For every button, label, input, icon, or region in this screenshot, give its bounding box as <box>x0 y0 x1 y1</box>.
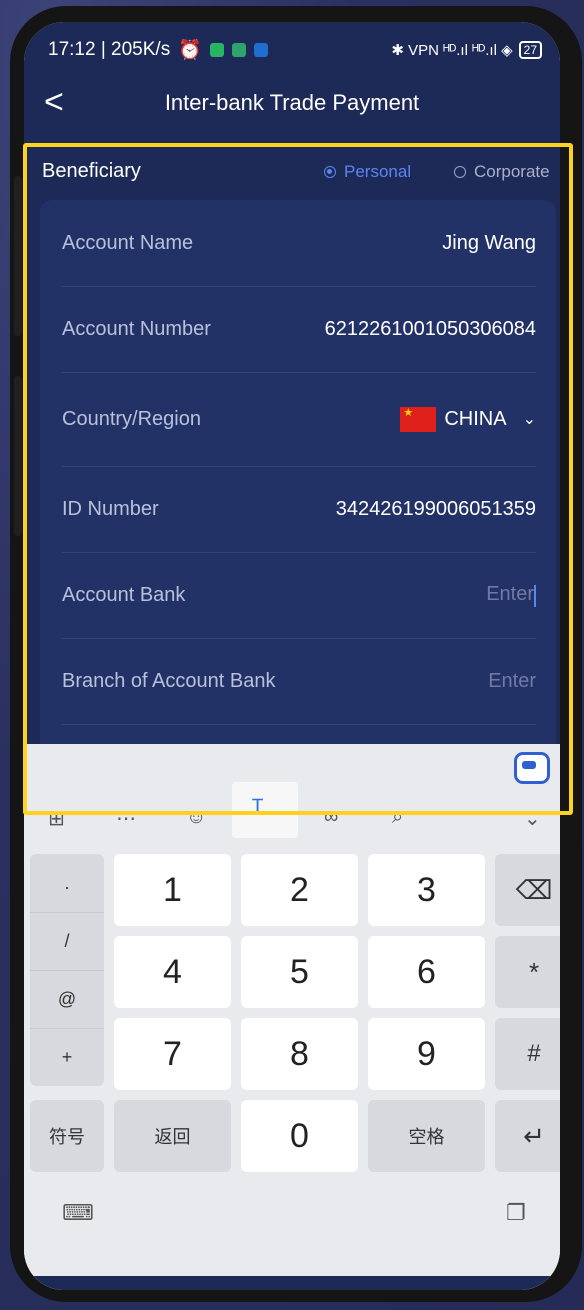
assistant-robot-icon[interactable] <box>514 752 550 784</box>
account-bank-placeholder: Enter <box>486 583 534 606</box>
account-bank-row[interactable]: Account Bank Enter <box>62 552 536 639</box>
key-4[interactable]: 4 <box>114 936 231 1008</box>
beneficiary-section: Beneficiary Personal Corporate Account N… <box>24 144 560 760</box>
branch-input[interactable]: Enter <box>488 670 536 693</box>
clipboard-icon[interactable]: ❐ <box>506 1200 526 1226</box>
symbol-key[interactable]: + <box>30 1028 104 1086</box>
signal-icons: ✱ VPN ᴴᴰ.ıl ᴴᴰ.ıl ◈ <box>391 42 513 59</box>
nav-bar: < Inter-bank Trade Payment <box>24 80 560 128</box>
account-bank-input[interactable]: Enter <box>486 583 536 607</box>
symbol-key[interactable]: / <box>30 912 104 971</box>
symbol-toggle-key[interactable]: 符号 <box>30 1100 104 1172</box>
id-number-label: ID Number <box>62 497 159 520</box>
radio-selected-icon <box>324 166 336 178</box>
country-select[interactable]: CHINA ⌄ <box>400 406 536 432</box>
star-key[interactable]: * <box>495 936 560 1008</box>
app-notification-icon <box>231 43 246 57</box>
key-2[interactable]: 2 <box>241 854 358 926</box>
hash-key[interactable]: # <box>495 1018 560 1090</box>
keyboard-dots-icon[interactable]: ⋯ <box>116 806 136 831</box>
key-9[interactable]: 9 <box>368 1018 485 1090</box>
keyboard-switch-icon[interactable]: ⌨ <box>62 1200 94 1226</box>
account-number-label: Account Number <box>62 317 211 340</box>
china-flag-icon <box>400 406 437 432</box>
country-label: Country/Region <box>62 407 201 430</box>
status-time: 17:12 | 205K/s <box>48 39 171 60</box>
symbol-column: . / @ + <box>30 854 104 1086</box>
beneficiary-label: Beneficiary <box>42 160 141 182</box>
enter-key[interactable]: ↵ <box>495 1100 560 1172</box>
chevron-down-icon: ⌄ <box>522 411 536 428</box>
key-7[interactable]: 7 <box>114 1018 231 1090</box>
radio-unselected-icon <box>454 166 466 178</box>
beneficiary-card: Account Name Jing Wang Account Number 62… <box>40 200 556 760</box>
key-1[interactable]: 1 <box>114 854 231 926</box>
account-name-row[interactable]: Account Name Jing Wang <box>62 200 536 287</box>
grid-icon[interactable]: ⊞ <box>48 806 65 831</box>
battery-icon: 27 <box>518 41 542 59</box>
return-key[interactable]: 返回 <box>114 1100 231 1172</box>
link-icon[interactable]: ∞ <box>324 806 338 829</box>
account-name-label: Account Name <box>62 231 194 254</box>
key-8[interactable]: 8 <box>241 1018 358 1090</box>
symbol-key[interactable]: . <box>30 854 104 913</box>
status-bar: 17:12 | 205K/s ⏰ ✱ VPN ᴴᴰ.ıl ᴴᴰ.ıl ◈ 27 <box>48 36 542 64</box>
key-0[interactable]: 0 <box>241 1100 358 1172</box>
country-value: CHINA <box>444 407 507 430</box>
search-icon[interactable]: ⌕ <box>392 806 403 829</box>
home-bar <box>24 1276 560 1290</box>
keyboard-toolbar: ⊞ ⋯ ☺ Ɪ ∞ ⌕ ⌄ <box>24 782 560 854</box>
key-3[interactable]: 3 <box>368 854 485 926</box>
app-notification-icon <box>209 43 224 57</box>
delete-key[interactable]: ⌫ <box>495 854 560 926</box>
id-number-value[interactable]: 342426199006051359 <box>336 498 536 521</box>
account-bank-label: Account Bank <box>62 583 186 606</box>
phone-screen: 17:12 | 205K/s ⏰ ✱ VPN ᴴᴰ.ıl ᴴᴰ.ıl ◈ 27 … <box>24 22 560 1290</box>
space-key[interactable]: 空格 <box>368 1100 485 1172</box>
text-caret <box>534 584 536 607</box>
text-cursor-tool[interactable]: Ɪ <box>232 782 298 838</box>
id-number-row[interactable]: ID Number 342426199006051359 <box>62 466 536 553</box>
collapse-icon[interactable]: ⌄ <box>524 806 541 831</box>
side-button <box>14 376 22 536</box>
top-bar: 17:12 | 205K/s ⏰ ✱ VPN ᴴᴰ.ıl ᴴᴰ.ıl ◈ 27 … <box>24 22 560 144</box>
key-6[interactable]: 6 <box>368 936 485 1008</box>
app-notification-icon <box>253 43 268 57</box>
branch-label: Branch of Account Bank <box>62 669 276 692</box>
side-button <box>14 176 22 336</box>
numeric-keyboard: ⊞ ⋯ ☺ Ɪ ∞ ⌕ ⌄ . / @ + 1 2 3 ⌫ 4 5 6 * 7 … <box>24 744 560 1290</box>
radio-corporate[interactable]: Corporate <box>454 162 550 182</box>
alarm-icon: ⏰ <box>178 40 202 61</box>
emoji-icon[interactable]: ☺ <box>186 806 206 829</box>
account-number-row[interactable]: Account Number 6212261001050306084 <box>62 286 536 373</box>
page-title: Inter-bank Trade Payment <box>164 90 420 115</box>
symbol-key[interactable]: @ <box>30 970 104 1029</box>
radio-label: Personal <box>344 162 412 181</box>
text-cursor-icon: Ɪ <box>252 796 264 818</box>
radio-personal[interactable]: Personal <box>324 162 411 182</box>
key-5[interactable]: 5 <box>241 936 358 1008</box>
country-row[interactable]: Country/Region CHINA ⌄ <box>62 372 536 467</box>
account-number-value[interactable]: 6212261001050306084 <box>325 318 536 341</box>
branch-row[interactable]: Branch of Account Bank Enter <box>62 638 536 725</box>
account-name-value[interactable]: Jing Wang <box>442 232 536 255</box>
radio-label: Corporate <box>474 162 550 181</box>
